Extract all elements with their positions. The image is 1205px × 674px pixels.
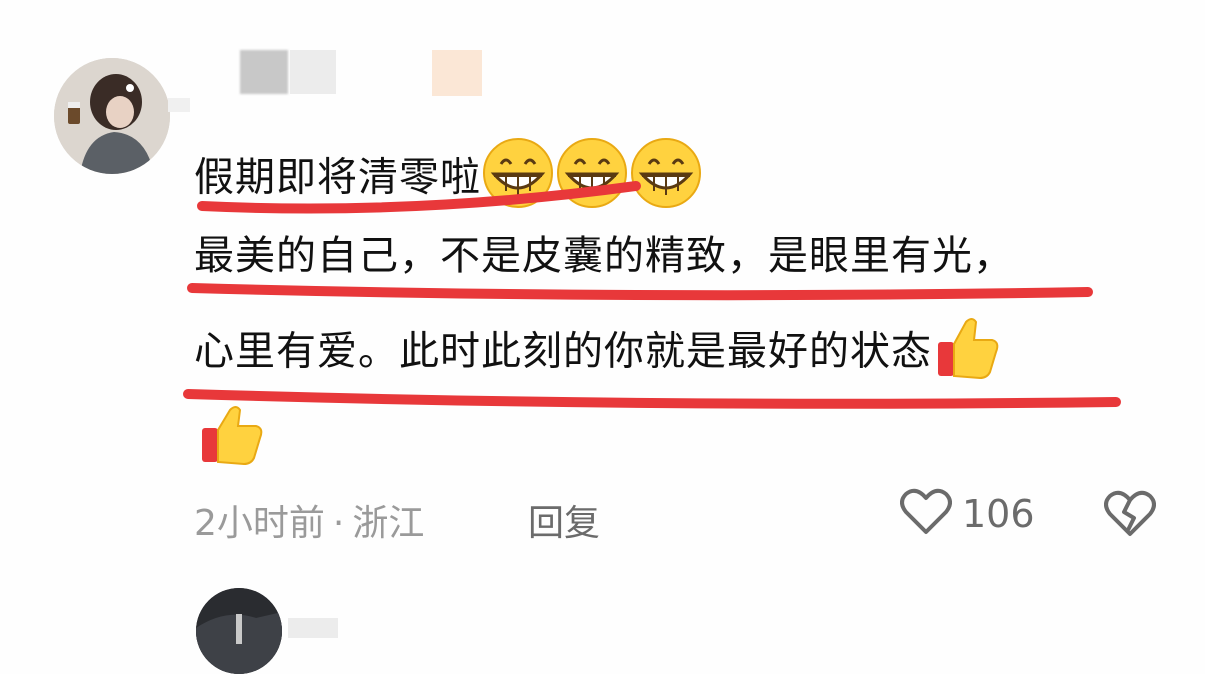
- reply-button[interactable]: 回复: [528, 494, 600, 546]
- username-blurred-badge: [432, 50, 482, 96]
- red-underline-3: [183, 389, 1121, 409]
- username-blurred-dot: [168, 98, 190, 112]
- thumbs-up-icon: [932, 312, 1002, 395]
- heart-icon: [900, 488, 952, 540]
- username-blurred[interactable]: [240, 50, 288, 94]
- username-blurred-part: [290, 50, 336, 94]
- next-username-blurred: [288, 618, 338, 638]
- comment-line-3: 心里有爱。此时此刻的你就是最好的状态: [194, 312, 1002, 395]
- comment-text-3: 心里有爱。此时此刻的你就是最好的状态: [194, 328, 932, 375]
- user-avatar[interactable]: [54, 58, 170, 174]
- comment-text-2: 最美的自己，不是皮囊的精致，是眼里有光，: [194, 233, 1014, 279]
- comment-meta: 2小时前 · 浙江: [194, 494, 424, 546]
- like-button[interactable]: 106: [900, 488, 1035, 540]
- comment-location: 浙江: [352, 503, 425, 544]
- red-underline-2: [187, 283, 1093, 301]
- next-avatar-image: [196, 588, 282, 674]
- meta-separator: ·: [332, 503, 345, 544]
- next-user-avatar[interactable]: [196, 588, 282, 674]
- red-underline-1: [197, 181, 641, 214]
- comment-line-2: 最美的自己，不是皮囊的精致，是眼里有光，: [194, 230, 1014, 282]
- broken-heart-icon: [1104, 490, 1156, 542]
- dislike-button[interactable]: [1104, 490, 1156, 542]
- like-count: 106: [962, 492, 1035, 536]
- avatar-image: [54, 58, 170, 174]
- comment-time: 2小时前: [194, 503, 325, 544]
- thumbs-up-icon: [198, 404, 268, 470]
